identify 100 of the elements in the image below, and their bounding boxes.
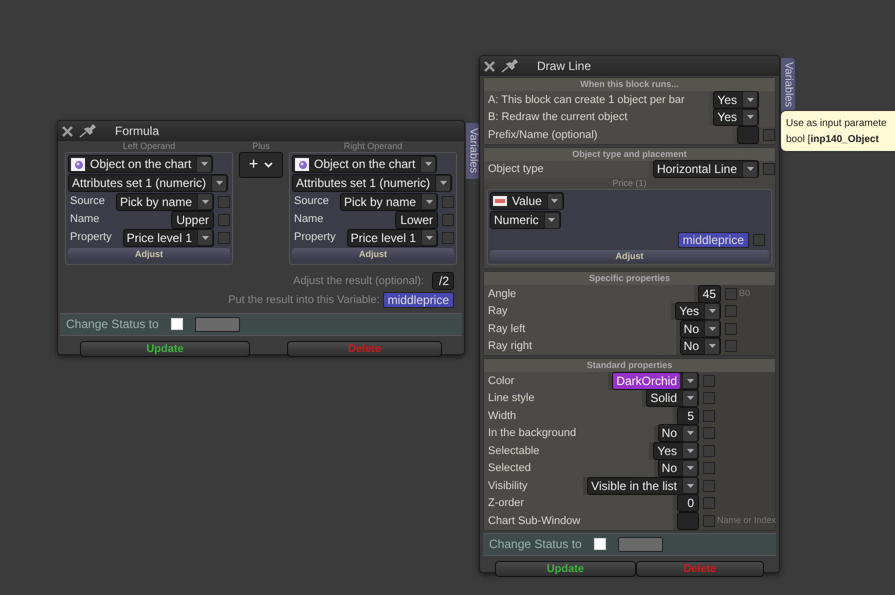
variables-tab[interactable]: Variables: [781, 58, 795, 112]
input-field[interactable]: [737, 126, 759, 144]
field-label: Angle: [487, 286, 518, 302]
dropdown[interactable]: Attributes set 1 (numeric): [68, 174, 228, 192]
checkbox[interactable]: [703, 444, 715, 457]
input-field[interactable]: Upper: [171, 210, 214, 228]
caret-icon: [708, 344, 716, 348]
caret-icon: [746, 115, 754, 120]
variable-chip[interactable]: middleprice: [382, 292, 454, 308]
adjust-button[interactable]: Adjust: [68, 248, 230, 260]
checkbox[interactable]: [763, 128, 775, 141]
tooltip-text: bool [inp140_Object: [786, 133, 880, 147]
close-icon[interactable]: [484, 60, 495, 72]
caret-icon: [686, 431, 694, 436]
adjust-button[interactable]: Adjust: [490, 250, 769, 262]
checkbox[interactable]: [442, 196, 454, 208]
caret-icon: [686, 484, 694, 488]
checkbox[interactable]: [763, 163, 775, 176]
caret-icon: [686, 466, 694, 470]
checkbox[interactable]: [218, 232, 230, 244]
caret-icon: [551, 199, 558, 203]
dropdown[interactable]: Solid: [646, 389, 699, 408]
section-heading: When this block runs...: [484, 78, 775, 91]
checkbox[interactable]: [703, 392, 715, 404]
caret-icon: [426, 200, 432, 204]
dropdown[interactable]: Object on the chart: [292, 155, 438, 173]
input-field[interactable]: [677, 512, 699, 530]
field-label: Source: [294, 194, 330, 210]
checkbox[interactable]: [442, 214, 454, 226]
field-label: Ray: [487, 304, 509, 319]
dropdown[interactable]: Yes: [713, 108, 759, 126]
dropdown[interactable]: Yes: [653, 442, 699, 460]
dropdown[interactable]: No: [658, 424, 699, 442]
field-label: Visibility: [487, 478, 529, 494]
caret-icon: [548, 218, 556, 222]
dropdown[interactable]: Pick by name: [340, 192, 438, 210]
dropdown[interactable]: Numeric: [490, 211, 561, 229]
update-button[interactable]: Update: [495, 560, 636, 576]
dropdown[interactable]: Attributes set 1 (numeric): [292, 174, 452, 192]
field-label: Property: [294, 230, 337, 246]
dropdown[interactable]: No: [680, 320, 721, 338]
checkbox[interactable]: [703, 462, 715, 474]
field-label: Line style: [487, 391, 536, 406]
close-icon[interactable]: [62, 126, 73, 136]
operand-heading: Right Operand: [342, 141, 404, 152]
input-field[interactable]: 0: [677, 494, 699, 512]
checkbox[interactable]: [703, 410, 715, 422]
status-field[interactable]: [194, 316, 240, 332]
checkbox[interactable]: [753, 234, 765, 246]
checkbox[interactable]: [703, 480, 715, 492]
checkbox[interactable]: [725, 305, 737, 318]
pin-icon[interactable]: [501, 59, 519, 73]
dropdown[interactable]: No: [658, 459, 699, 478]
dropdown[interactable]: Yes: [713, 90, 759, 109]
checkbox[interactable]: [218, 214, 230, 226]
field-label: In the background: [487, 426, 578, 441]
checkbox[interactable]: [703, 427, 715, 440]
input-field[interactable]: 5: [677, 406, 699, 425]
dropdown[interactable]: Price level 1: [346, 228, 438, 246]
dropdown[interactable]: DarkOrchid: [612, 372, 699, 390]
dropdown[interactable]: Object on the chart: [68, 155, 214, 173]
window-title: Formula: [115, 123, 160, 140]
checkbox[interactable]: [703, 374, 715, 387]
dropdown[interactable]: Pick by name: [116, 192, 214, 210]
field-label: Chart Sub-Window: [487, 514, 582, 528]
value-icon: [493, 196, 507, 206]
variable-chip[interactable]: middleprice: [678, 232, 749, 248]
checkbox[interactable]: [703, 497, 715, 510]
update-button[interactable]: Update: [80, 340, 250, 356]
dropdown[interactable]: Price level 1: [122, 228, 214, 246]
checkbox[interactable]: [725, 340, 737, 352]
dropdown[interactable]: Horizontal Line: [652, 160, 759, 178]
adjust-button[interactable]: Adjust: [292, 248, 454, 260]
checkbox[interactable]: [703, 514, 715, 527]
field-label: Prefix/Name (optional): [487, 128, 598, 142]
caret-icon: [216, 181, 223, 185]
caret-icon: [424, 162, 432, 166]
field-note: Name or Index: [717, 514, 776, 527]
input-field[interactable]: Lower: [395, 210, 438, 228]
dropdown[interactable]: No: [680, 337, 721, 356]
checkbox[interactable]: [218, 196, 230, 208]
caret-icon: [746, 167, 754, 172]
dropdown[interactable]: Visible in the list: [587, 476, 699, 495]
variables-tab[interactable]: Variables: [466, 123, 480, 179]
field-label: B: Redraw the current object: [487, 110, 628, 125]
input-field[interactable]: 45: [698, 284, 721, 303]
operator-dropdown[interactable]: +: [239, 152, 283, 178]
dropdown[interactable]: Value: [490, 192, 564, 210]
status-field[interactable]: [618, 536, 663, 552]
pin-icon[interactable]: [79, 124, 97, 138]
field-label: Selected: [487, 461, 532, 476]
caret-icon: [746, 98, 754, 102]
field-label: Name: [70, 212, 100, 228]
adjust-result-label: Adjust the result (optional):: [293, 274, 424, 289]
dropdown[interactable]: Yes: [675, 302, 721, 320]
checkbox[interactable]: [725, 322, 737, 335]
operand-heading: Left Operand: [122, 141, 176, 152]
checkbox[interactable]: [442, 232, 454, 244]
checkbox[interactable]: [725, 288, 737, 300]
input-field[interactable]: /2: [432, 272, 454, 290]
